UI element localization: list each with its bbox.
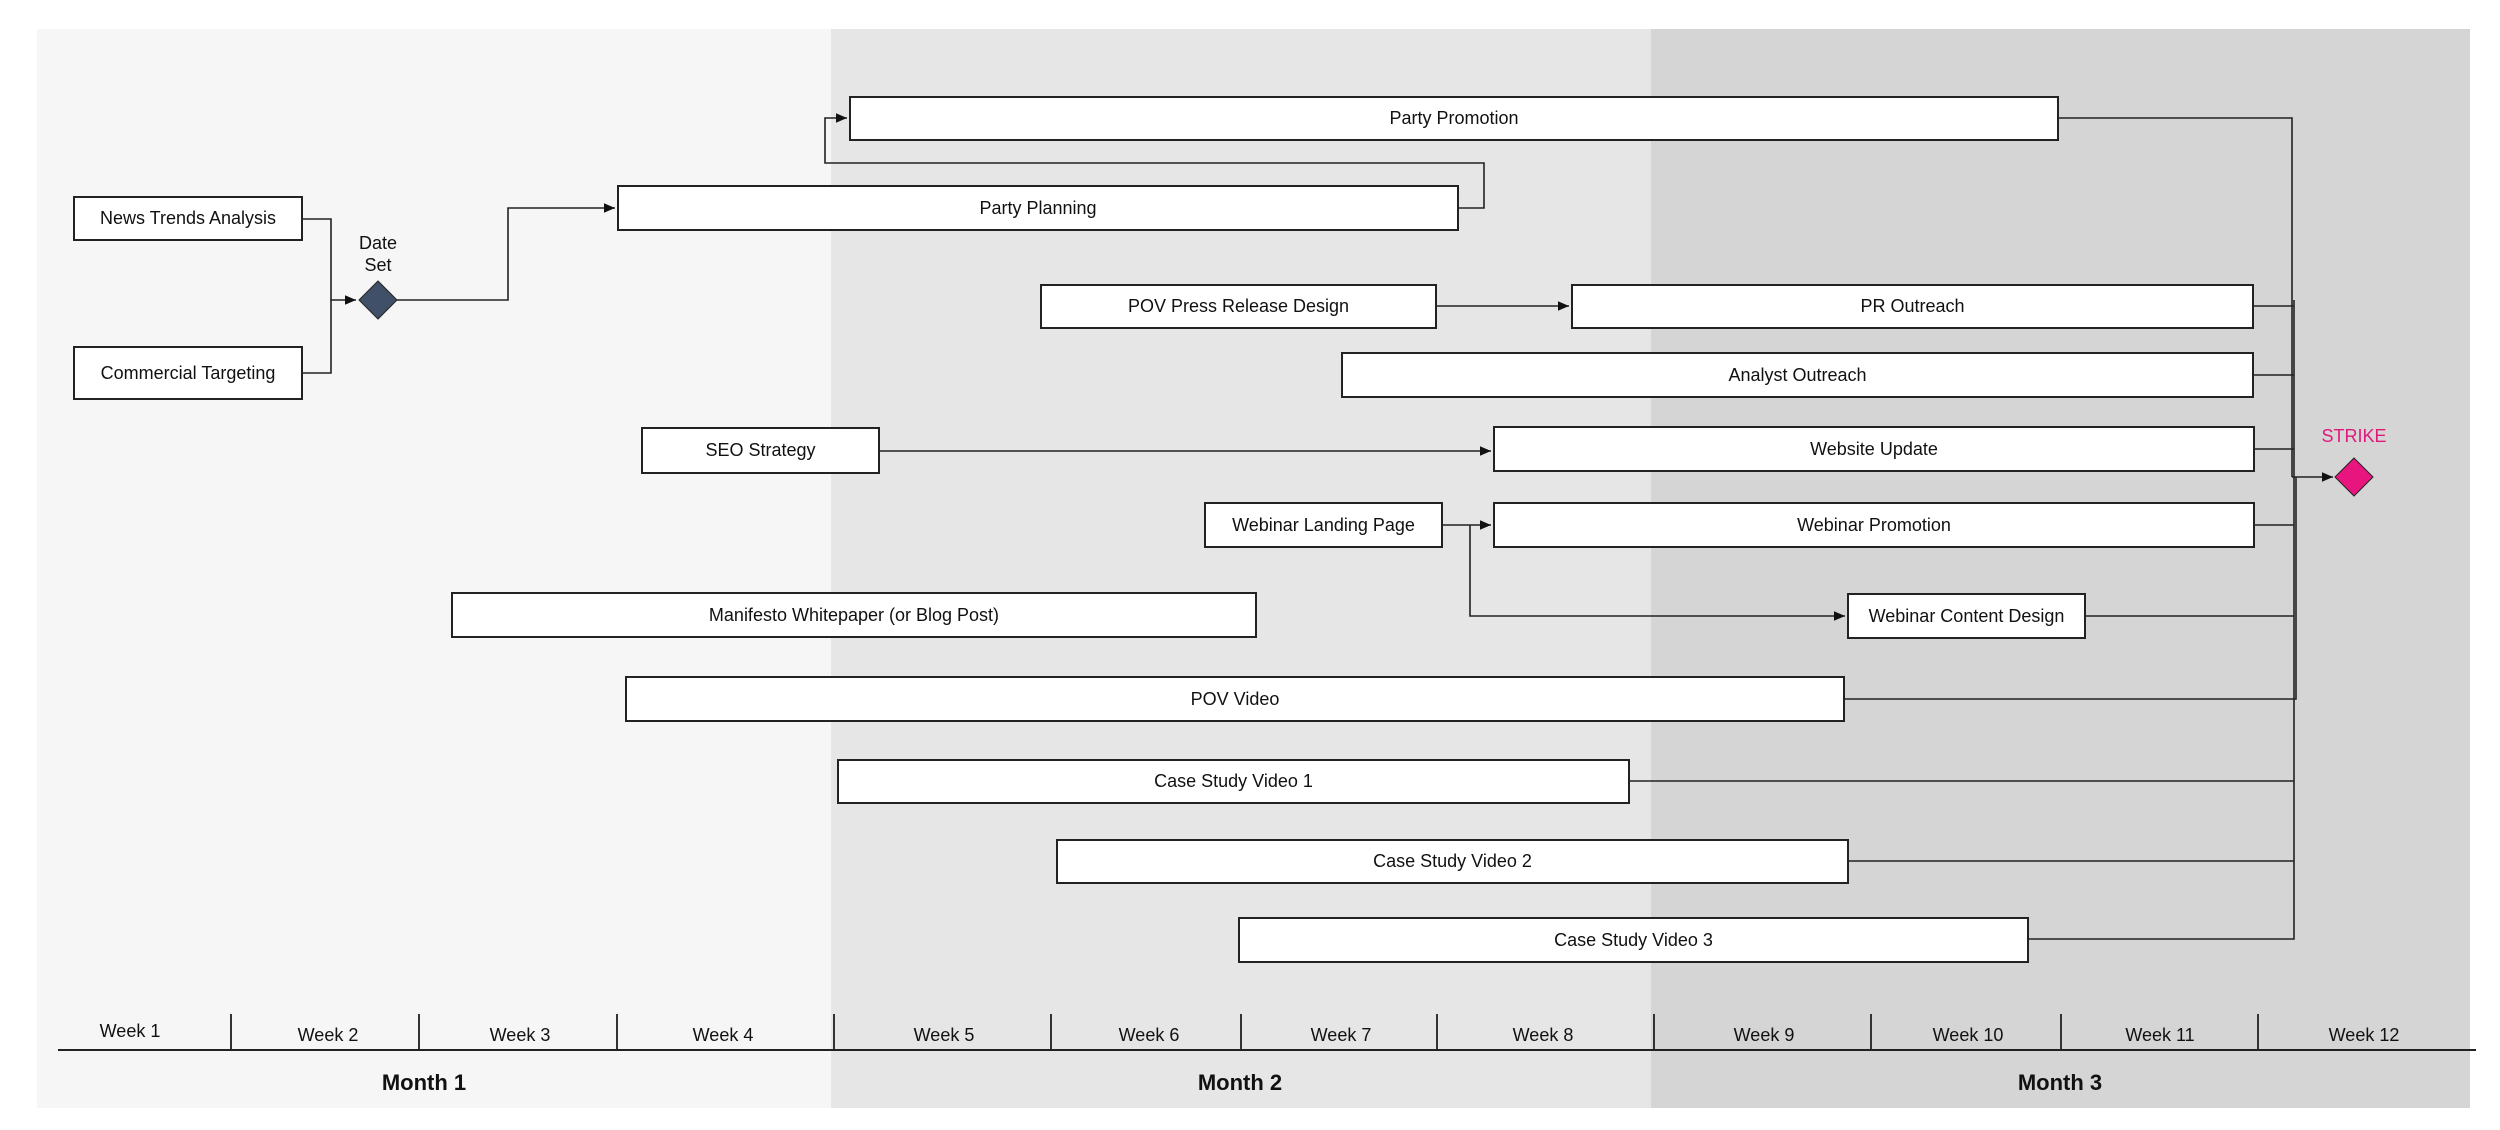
week-divider — [1240, 1014, 1242, 1049]
month-label: Month 2 — [1197, 1070, 1283, 1095]
task-label: News Trends Analysis — [99, 208, 277, 228]
date-set-label: Date Set — [348, 232, 408, 276]
task-pov-video[interactable]: POV Video — [625, 676, 1845, 722]
week-label: Week 9 — [1733, 1025, 1795, 1045]
task-label: Webinar Landing Page — [1232, 514, 1415, 535]
week-label: Week 11 — [2125, 1025, 2195, 1045]
task-case-study-video-3[interactable]: Case Study Video 3 — [1238, 917, 2029, 963]
connector-dateset-to-planning — [397, 203, 615, 301]
task-case-study-video-2[interactable]: Case Study Video 2 — [1056, 839, 1849, 884]
task-label: POV Press Release Design — [1127, 296, 1350, 316]
date-set-label-line2: Set — [364, 255, 392, 275]
task-label: Case Study Video 1 — [1154, 771, 1313, 791]
strike-label: STRIKE — [2321, 426, 2387, 446]
task-label: Webinar Content Design — [1868, 605, 2065, 626]
task-label: Commercial Targeting — [100, 362, 276, 383]
connector-commercial-to-dateset — [303, 300, 332, 374]
week-label: Week 3 — [489, 1025, 551, 1045]
task-label: Webinar Promotion — [1797, 514, 1951, 535]
week-divider — [616, 1014, 618, 1049]
task-label: Case Study Video 2 — [1373, 851, 1532, 871]
date-set-diamond-icon — [358, 280, 398, 320]
task-webinar-content-design[interactable]: Webinar Content Design — [1847, 593, 2086, 639]
task-label: SEO Strategy — [705, 440, 816, 460]
task-website-update[interactable]: Website Update — [1493, 426, 2255, 472]
task-label: Analyst Outreach — [1728, 364, 1867, 385]
week-divider — [230, 1014, 232, 1049]
week-label: Week 7 — [1310, 1025, 1372, 1045]
week-label: Week 6 — [1118, 1025, 1180, 1045]
task-label: Case Study Video 3 — [1554, 929, 1713, 950]
task-label: Website Update — [1810, 438, 1938, 459]
week-label: Week 1 — [99, 1021, 161, 1041]
task-news-trends-analysis[interactable]: News Trends Analysis — [73, 196, 303, 241]
week-divider — [2060, 1014, 2062, 1049]
week-divider — [1870, 1014, 1872, 1049]
month-label: Month 3 — [2017, 1070, 2103, 1095]
task-party-planning[interactable]: Party Planning — [617, 185, 1459, 231]
task-manifesto-whitepaper[interactable]: Manifesto Whitepaper (or Blog Post) — [451, 592, 1257, 638]
task-analyst-outreach[interactable]: Analyst Outreach — [1341, 352, 2254, 398]
week-divider — [2257, 1014, 2259, 1049]
timeline-axis — [58, 1049, 2476, 1051]
task-label: Manifesto Whitepaper (or Blog Post) — [708, 604, 1000, 625]
task-pov-press-release-design[interactable]: POV Press Release Design — [1040, 284, 1437, 329]
week-divider — [1050, 1014, 1052, 1049]
week-label: Week 8 — [1512, 1025, 1574, 1045]
week-label: Week 2 — [297, 1025, 359, 1045]
week-divider — [1653, 1014, 1655, 1049]
week-divider — [1436, 1014, 1438, 1049]
task-label: PR Outreach — [1860, 296, 1965, 316]
task-case-study-video-1[interactable]: Case Study Video 1 — [837, 759, 1630, 804]
task-party-promotion[interactable]: Party Promotion — [849, 96, 2059, 141]
task-webinar-promotion[interactable]: Webinar Promotion — [1493, 502, 2255, 548]
task-seo-strategy[interactable]: SEO Strategy — [641, 427, 880, 474]
task-label: POV Video — [1190, 688, 1280, 709]
week-label: Week 10 — [1932, 1025, 2004, 1045]
week-divider — [418, 1014, 420, 1049]
task-pr-outreach[interactable]: PR Outreach — [1571, 284, 2254, 329]
week-label: Week 5 — [913, 1025, 975, 1045]
week-label: Week 12 — [2328, 1025, 2400, 1045]
task-webinar-landing-page[interactable]: Webinar Landing Page — [1204, 502, 1443, 548]
task-label: Party Planning — [979, 197, 1097, 218]
task-commercial-targeting[interactable]: Commercial Targeting — [73, 346, 303, 400]
date-set-label-line1: Date — [358, 233, 398, 253]
task-label: Party Promotion — [1389, 108, 1519, 128]
strike-diamond-icon — [2334, 457, 2374, 497]
week-label: Week 4 — [692, 1025, 754, 1045]
month-label: Month 1 — [381, 1070, 467, 1095]
week-divider — [833, 1014, 835, 1049]
